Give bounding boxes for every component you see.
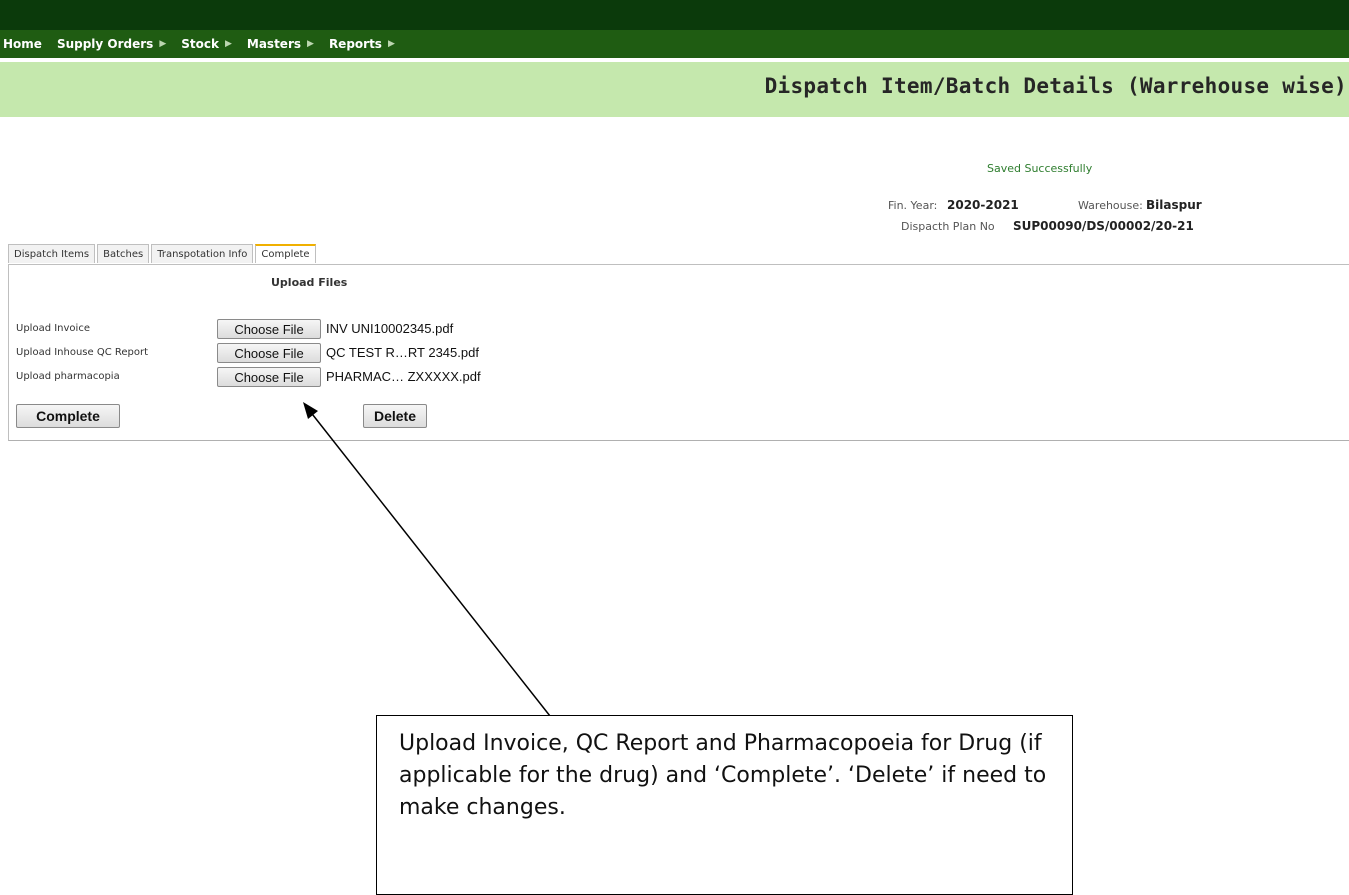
instruction-callout: Upload Invoice, QC Report and Pharmacopo… xyxy=(376,715,1073,895)
arrow-head-icon xyxy=(303,402,318,419)
instruction-callout-text: Upload Invoice, QC Report and Pharmacopo… xyxy=(399,731,1047,820)
